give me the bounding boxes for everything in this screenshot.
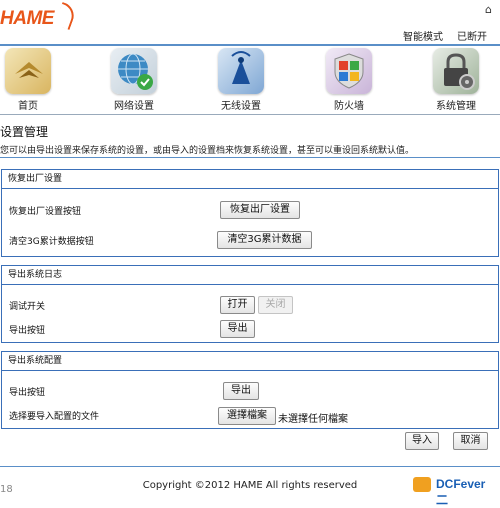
export-config-label: 导出按钮 (9, 388, 46, 398)
logo-text: HAME (0, 8, 54, 29)
import-file-label: 选择要导入配置的文件 (9, 412, 100, 422)
export-log-section: 导出系统日志 调试开关 打开 关闭 导出按钮 导出 (1, 265, 499, 343)
description-divider (0, 157, 500, 158)
import-button[interactable]: 导入 (405, 432, 439, 450)
debug-on-button[interactable]: 打开 (220, 296, 255, 314)
nav-wireless-label: 无线设置 (221, 101, 261, 112)
left-edge-number: 18 (0, 484, 13, 495)
page-title: 设置管理 (0, 125, 49, 139)
export-log-button[interactable]: 导出 (220, 320, 255, 338)
footer-divider (0, 466, 500, 467)
connection-status: 已断开 (457, 32, 487, 43)
home-tile-icon (5, 48, 51, 94)
nav-network-label: 网络设置 (114, 101, 154, 112)
export-config-section: 导出系统配置 导出按钮 导出 选择要导入配置的文件 選擇檔案 未選擇任何檔案 (1, 351, 499, 429)
factory-reset-title: 恢复出厂设置 (2, 170, 498, 189)
export-config-title: 导出系统配置 (2, 352, 498, 371)
nav-network[interactable]: 网络设置 (89, 48, 179, 112)
debug-off-button[interactable]: 关闭 (258, 296, 293, 314)
nav-home[interactable]: 首页 (0, 48, 73, 112)
header-divider (0, 44, 500, 46)
nav-divider (0, 114, 500, 115)
factory-reset-section: 恢复出厂设置 恢复出厂设置按钮 恢复出厂设置 清空3G累计数据按钮 清空3G累计… (1, 169, 499, 257)
clear-3g-button[interactable]: 清空3G累计数据 (217, 231, 312, 249)
nav-firewall[interactable]: 防火墙 (304, 48, 394, 112)
hame-logo: HAME (0, 1, 78, 38)
logo-swoosh (54, 1, 78, 31)
smart-mode-label: 智能模式 (403, 32, 443, 43)
nav-home-label: 首页 (18, 101, 38, 112)
windows-shield-icon (326, 48, 372, 94)
cancel-button[interactable]: 取消 (453, 432, 488, 450)
padlock-gear-icon (433, 48, 479, 94)
export-config-button[interactable]: 导出 (223, 382, 259, 400)
debug-switch-label: 调试开关 (9, 302, 46, 312)
dcfever-watermark: DCFever 二 (436, 477, 486, 507)
clear-3g-label: 清空3G累计数据按钮 (9, 237, 94, 247)
dcfever-badge-icon (413, 477, 431, 492)
restore-factory-button[interactable]: 恢复出厂设置 (220, 201, 300, 219)
nav-wireless[interactable]: 无线设置 (196, 48, 286, 112)
home-icon[interactable]: ⌂ (485, 3, 492, 16)
page-description: 您可以由导出设置来保存系统的设置，或由导入的设置档来恢复系统设置，甚至可以重设回… (0, 146, 415, 156)
export-log-title: 导出系统日志 (2, 266, 498, 285)
restore-factory-label: 恢复出厂设置按钮 (9, 207, 82, 217)
file-status: 未選擇任何檔案 (278, 414, 348, 425)
choose-file-button[interactable]: 選擇檔案 (218, 407, 276, 425)
globe-check-icon (111, 48, 157, 94)
export-log-label: 导出按钮 (9, 326, 46, 336)
nav-system[interactable]: 系统管理 (411, 48, 500, 112)
nav-system-label: 系统管理 (436, 101, 476, 112)
wireless-signal-icon (218, 48, 264, 94)
nav-firewall-label: 防火墙 (334, 101, 364, 112)
